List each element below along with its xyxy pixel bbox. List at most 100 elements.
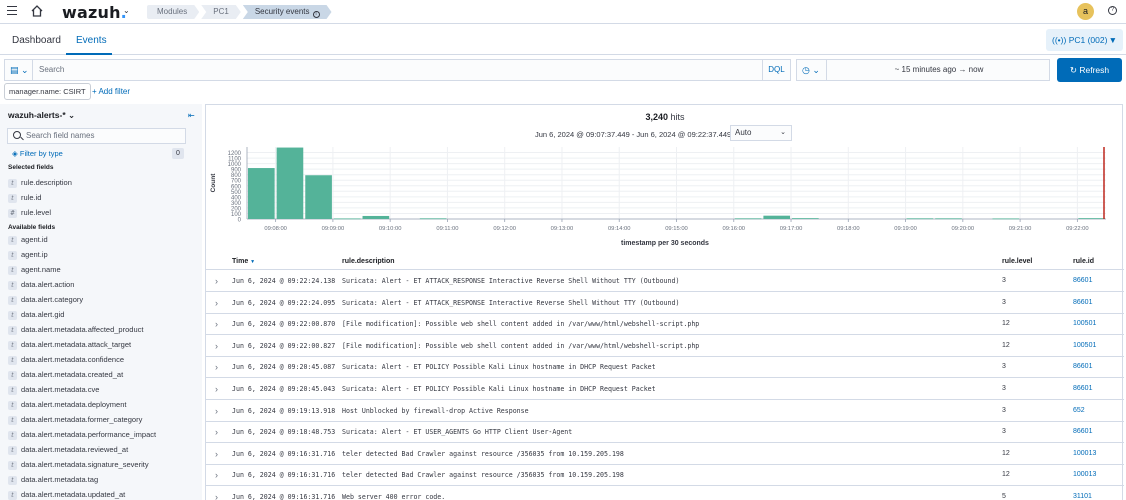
available-field[interactable]: t data.alert.metadata.reviewed_at bbox=[8, 444, 128, 456]
cell-rule-id[interactable]: 86601 bbox=[1073, 363, 1092, 370]
x-tick-label: 09:10:00 bbox=[379, 226, 402, 232]
expand-row-icon[interactable]: › bbox=[215, 406, 218, 416]
available-field[interactable]: t data.alert.metadata.updated_at bbox=[8, 489, 125, 500]
table-row[interactable]: › Jun 6, 2024 @ 09:16:31.716 teler detecte… bbox=[206, 443, 1124, 465]
available-field[interactable]: t data.alert.metadata.tag bbox=[8, 474, 98, 486]
breadcrumb-modules[interactable]: Modules bbox=[147, 5, 199, 19]
chevron-down-icon[interactable]: ⌄ bbox=[123, 6, 130, 15]
available-field[interactable]: t data.alert.gid bbox=[8, 309, 64, 321]
interval-select[interactable]: Auto ⌄ bbox=[730, 125, 792, 141]
table-row[interactable]: › Jun 6, 2024 @ 09:16:31.716 Web server 40… bbox=[206, 486, 1124, 500]
available-field[interactable]: t data.alert.metadata.former_category bbox=[8, 414, 142, 426]
avatar[interactable]: a bbox=[1077, 3, 1094, 20]
expand-row-icon[interactable]: › bbox=[215, 341, 218, 351]
table-row[interactable]: › Jun 6, 2024 @ 09:22:00.827 [File modific… bbox=[206, 335, 1124, 357]
cell-time: Jun 6, 2024 @ 09:19:13.918 bbox=[232, 406, 336, 415]
filter-by-type-button[interactable]: ◈ Filter by type bbox=[12, 149, 63, 158]
menu-icon[interactable] bbox=[7, 6, 17, 16]
cell-rule-id[interactable]: 86601 bbox=[1073, 385, 1092, 392]
column-header-level[interactable]: rule.level bbox=[1002, 258, 1032, 265]
expand-row-icon[interactable]: › bbox=[215, 298, 218, 308]
calendar-icon[interactable]: ◷ ⌄ bbox=[797, 60, 827, 80]
field-search-input[interactable]: Search field names bbox=[7, 128, 186, 144]
table-row[interactable]: › Jun 6, 2024 @ 09:20:45.087 Suricata: Ale… bbox=[206, 356, 1124, 379]
collapse-icon[interactable]: ⇤ bbox=[188, 111, 195, 120]
info-icon[interactable]: i bbox=[313, 11, 320, 18]
field-type-icon: t bbox=[8, 446, 17, 455]
cell-time: Jun 6, 2024 @ 09:22:24.138 bbox=[232, 277, 336, 285]
tab-events[interactable]: Events bbox=[76, 35, 107, 46]
available-field[interactable]: t data.alert.category bbox=[8, 294, 83, 306]
y-axis-title: Count bbox=[210, 173, 217, 193]
x-tick-label: 09:16:00 bbox=[722, 226, 745, 232]
selected-field[interactable]: # rule.level bbox=[8, 207, 51, 219]
available-field[interactable]: t data.alert.action bbox=[8, 279, 74, 291]
add-filter-button[interactable]: + Add filter bbox=[92, 87, 130, 96]
available-field[interactable]: t agent.id bbox=[8, 234, 48, 246]
field-type-icon: t bbox=[8, 296, 17, 305]
cell-rule-id[interactable]: 652 bbox=[1073, 407, 1085, 414]
cell-rule-id[interactable]: 100013 bbox=[1073, 450, 1096, 457]
pin-icon[interactable]: ▼ bbox=[1109, 29, 1117, 51]
cell-rule-id[interactable]: 86601 bbox=[1073, 299, 1092, 306]
x-tick-label: 09:17:00 bbox=[780, 226, 803, 232]
chart-x-axis-title: timestamp per 30 seconds bbox=[621, 240, 709, 247]
field-type-icon: t bbox=[8, 401, 17, 410]
help-icon[interactable]: ? bbox=[1108, 6, 1117, 15]
cell-rule-id[interactable]: 86601 bbox=[1073, 277, 1092, 284]
y-tick-label: 600 bbox=[231, 184, 242, 190]
home-icon[interactable] bbox=[30, 4, 44, 18]
table-row[interactable]: › Jun 6, 2024 @ 09:19:13.918 Host Unblocke… bbox=[206, 400, 1124, 422]
table-row[interactable]: › Jun 6, 2024 @ 09:22:24.138 Suricata: Ale… bbox=[206, 270, 1124, 292]
table-row[interactable]: › Jun 6, 2024 @ 09:16:31.716 teler detecte… bbox=[206, 464, 1124, 487]
selected-field[interactable]: t rule.id bbox=[8, 192, 41, 204]
available-field[interactable]: t agent.name bbox=[8, 264, 61, 276]
available-field[interactable]: t data.alert.metadata.deployment bbox=[8, 399, 126, 411]
refresh-button[interactable]: ↻ Refresh bbox=[1057, 58, 1122, 82]
index-pattern-selector[interactable]: wazuh-alerts-* ⌄ bbox=[8, 110, 75, 121]
column-header-description[interactable]: rule.description bbox=[342, 258, 395, 265]
search-placeholder: Search bbox=[39, 65, 65, 74]
table-row[interactable]: › Jun 6, 2024 @ 09:22:24.095 Suricata: Ale… bbox=[206, 292, 1124, 314]
saved-queries-icon[interactable]: ▤ ⌄ bbox=[5, 60, 33, 80]
table-row[interactable]: › Jun 6, 2024 @ 09:18:48.753 Suricata: Ale… bbox=[206, 421, 1124, 444]
available-field[interactable]: t data.alert.metadata.attack_target bbox=[8, 339, 131, 351]
expand-row-icon[interactable]: › bbox=[215, 449, 218, 459]
expand-row-icon[interactable]: › bbox=[215, 427, 218, 437]
expand-row-icon[interactable]: › bbox=[215, 362, 218, 372]
cell-rule-id[interactable]: 86601 bbox=[1073, 428, 1092, 435]
date-picker[interactable]: ◷ ⌄ ~ 15 minutes ago → now bbox=[796, 59, 1050, 81]
expand-row-icon[interactable]: › bbox=[215, 470, 218, 480]
table-row[interactable]: › Jun 6, 2024 @ 09:20:45.043 Suricata: Ale… bbox=[206, 378, 1124, 400]
search-input[interactable]: ▤ ⌄ Search DQL bbox=[4, 59, 791, 81]
expand-row-icon[interactable]: › bbox=[215, 492, 218, 500]
expand-row-icon[interactable]: › bbox=[215, 276, 218, 286]
available-field[interactable]: t data.alert.metadata.created_at bbox=[8, 369, 123, 381]
expand-row-icon[interactable]: › bbox=[215, 319, 218, 329]
available-field[interactable]: t data.alert.metadata.cve bbox=[8, 384, 99, 396]
agent-selector-button[interactable]: ((•)) PC1 (002) ▼ bbox=[1046, 29, 1123, 51]
time-range[interactable]: ~ 15 minutes ago → now bbox=[827, 60, 1051, 80]
tab-dashboard[interactable]: Dashboard bbox=[12, 35, 61, 46]
cell-rule-id[interactable]: 100501 bbox=[1073, 342, 1096, 349]
column-header-time[interactable]: Time ▼ bbox=[232, 258, 255, 265]
available-field[interactable]: t data.alert.metadata.performance_impact bbox=[8, 429, 156, 441]
dql-toggle[interactable]: DQL bbox=[762, 60, 790, 80]
available-field[interactable]: t data.alert.metadata.signature_severity bbox=[8, 459, 149, 471]
available-field[interactable]: t data.alert.metadata.affected_product bbox=[8, 324, 143, 336]
cell-level: 3 bbox=[1002, 363, 1006, 371]
cell-rule-id[interactable]: 100013 bbox=[1073, 471, 1096, 478]
field-label: data.alert.metadata.confidence bbox=[21, 355, 124, 364]
cell-rule-id[interactable]: 31101 bbox=[1073, 493, 1092, 500]
cell-rule-id[interactable]: 100501 bbox=[1073, 320, 1096, 327]
available-field[interactable]: t data.alert.metadata.confidence bbox=[8, 354, 124, 366]
wazuh-logo[interactable]: wazuh. bbox=[62, 3, 127, 22]
selected-field[interactable]: t rule.description bbox=[8, 177, 72, 189]
expand-row-icon[interactable]: › bbox=[215, 384, 218, 394]
available-field[interactable]: t agent.ip bbox=[8, 249, 48, 261]
table-row[interactable]: › Jun 6, 2024 @ 09:22:00.870 [File modific… bbox=[206, 313, 1124, 336]
filter-pill[interactable]: manager.name: CSIRT bbox=[4, 83, 91, 100]
cell-description: Web server 400 error code. bbox=[342, 493, 446, 500]
column-header-rule-id[interactable]: rule.id bbox=[1073, 258, 1094, 265]
breadcrumb-pc1[interactable]: PC1 bbox=[201, 5, 241, 19]
